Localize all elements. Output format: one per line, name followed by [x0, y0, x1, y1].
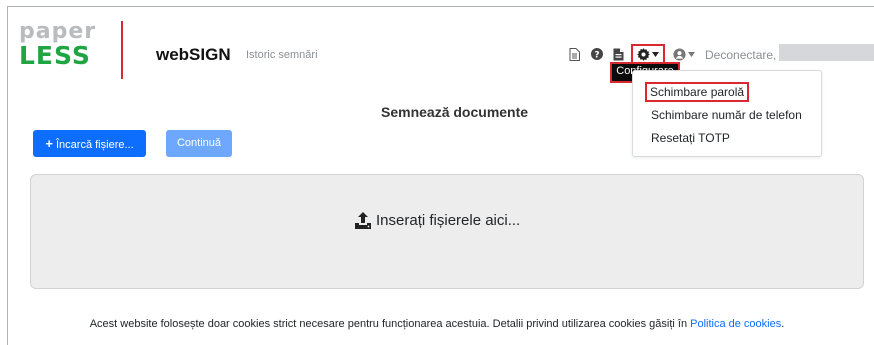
- logout-link[interactable]: Deconectare,: [705, 48, 776, 62]
- caret-down-icon: [652, 52, 659, 57]
- settings-dropdown-menu: Schimbare parolă Schimbare număr de tele…: [632, 70, 822, 157]
- user-circle-icon: [673, 47, 686, 61]
- svg-text:?: ?: [594, 51, 599, 61]
- paperless-logo[interactable]: paper LESS: [19, 19, 97, 70]
- menu-item-reset-totp[interactable]: Resetați TOTP: [651, 131, 730, 145]
- cookie-notice-text: Acest website folosește doar cookies str…: [89, 318, 691, 330]
- help-icon[interactable]: ?: [591, 47, 603, 61]
- menu-item-change-password[interactable]: Schimbare parolă: [644, 82, 750, 102]
- dropzone-label: Inserați fișierele aici...: [354, 212, 520, 229]
- brand-title[interactable]: webSIGN: [156, 45, 231, 65]
- document-icon[interactable]: [568, 47, 580, 61]
- upload-files-label: Încarcă fișiere...: [56, 139, 134, 151]
- file-icon[interactable]: [612, 47, 624, 61]
- plus-icon: +: [45, 136, 53, 151]
- nav-link-history[interactable]: Istoric semnări: [246, 49, 318, 61]
- user-menu-button[interactable]: [671, 47, 697, 61]
- dropzone-text: Inserați fișierele aici...: [376, 212, 521, 229]
- logo-divider: [121, 21, 123, 79]
- caret-down-icon: [688, 51, 695, 57]
- page-title: Semnează documente: [381, 104, 529, 120]
- upload-files-button[interactable]: + Încarcă fișiere...: [33, 130, 146, 157]
- settings-gear-button[interactable]: [631, 44, 665, 65]
- logo-less-text: LESS: [19, 41, 91, 70]
- upload-icon: [355, 212, 371, 229]
- cookie-policy-link[interactable]: Politica de cookies: [690, 318, 781, 330]
- username-redacted: [779, 44, 874, 61]
- continue-button[interactable]: Continuă: [166, 130, 232, 157]
- cookie-notice: Acest website folosește doar cookies str…: [0, 318, 874, 330]
- cookie-notice-end: .: [781, 318, 785, 330]
- gear-icon: [637, 48, 650, 61]
- menu-item-change-phone[interactable]: Schimbare număr de telefon: [651, 108, 802, 122]
- file-dropzone[interactable]: [30, 174, 864, 289]
- logo-paper-text: paper: [19, 19, 97, 44]
